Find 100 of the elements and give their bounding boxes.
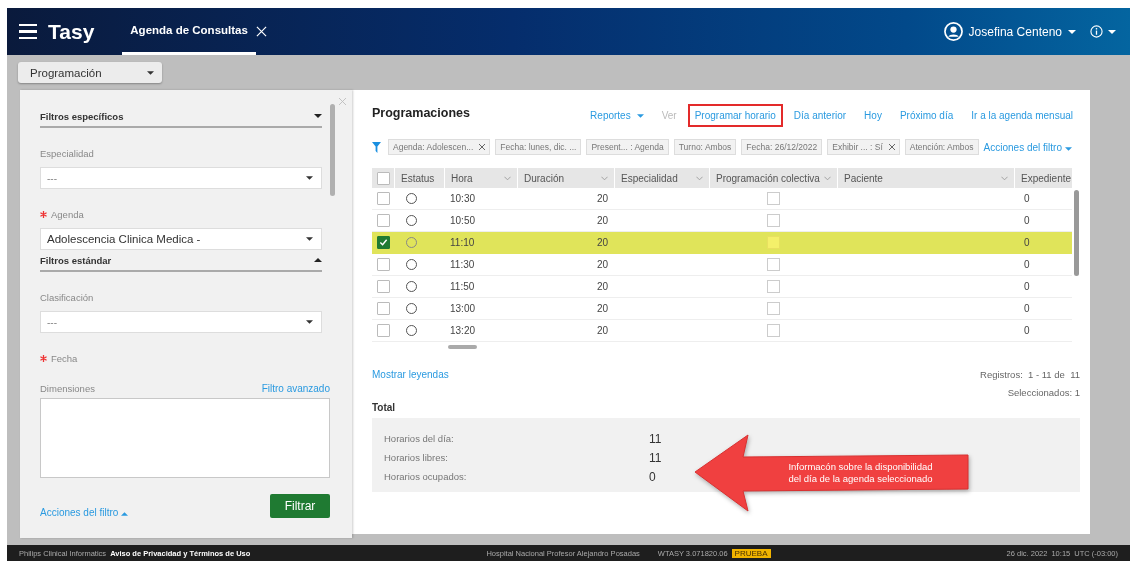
filter-chip[interactable]: Atención: Ambos <box>904 139 979 155</box>
table-row[interactable]: 11:30 20 0 <box>372 254 1072 276</box>
caret-icon[interactable] <box>1108 29 1116 34</box>
chevron-icon[interactable] <box>824 175 831 181</box>
field-label: Dimensiones <box>40 383 95 394</box>
scrollbar-thumb[interactable] <box>330 104 335 196</box>
table-cell-text: 20 <box>595 281 609 292</box>
records-count: Registros: 1 - 11 de 11 <box>980 369 1080 380</box>
reports-menu[interactable]: Reportes <box>583 104 651 127</box>
select-field[interactable]: Adolescencia Clinica Medica - <box>40 228 322 250</box>
total-label: Horarios libres: <box>384 452 449 463</box>
table-row[interactable]: 11:50 20 0 <box>372 276 1072 298</box>
panel-title: Programaciones <box>372 106 470 120</box>
table-cell-text: 20 <box>595 215 609 226</box>
filter-chip[interactable]: Fecha: lunes, dic. ... <box>495 139 582 155</box>
advanced-filter-link[interactable]: Filtro avanzado <box>261 383 330 394</box>
table-cell-text: 13:00 <box>449 303 477 314</box>
row-checkbox[interactable] <box>376 214 390 227</box>
total-value: 11 <box>649 450 662 465</box>
filter-chip[interactable]: Fecha: 26/12/2022 <box>741 139 823 155</box>
action-link[interactable]: Programar horario <box>687 104 783 127</box>
table-cell-text: 0 <box>1023 281 1031 292</box>
caret-icon[interactable] <box>306 176 313 180</box>
column-header[interactable]: Hora <box>444 168 517 188</box>
select-field[interactable]: --- <box>40 311 322 333</box>
total-label: Horarios ocupados: <box>384 471 468 482</box>
table-cell-text: 20 <box>595 259 609 270</box>
row-checkbox[interactable] <box>376 324 390 337</box>
scrollbar-thumb[interactable] <box>448 345 477 349</box>
filter-actions-link[interactable]: Acciones del filtro <box>983 141 1072 153</box>
select-all-checkbox[interactable] <box>376 171 390 185</box>
table-cell-text: 10:30 <box>449 193 477 204</box>
user-avatar-icon[interactable] <box>943 22 963 41</box>
column-header[interactable]: Duración <box>517 168 614 188</box>
callout-text: Informacón sobre la disponibilidad del día de la agenda seleccionado <box>787 461 934 486</box>
view-dropdown[interactable]: Programación <box>18 62 162 83</box>
row-checkbox[interactable] <box>376 280 390 293</box>
table-row[interactable]: 13:20 20 0 <box>372 320 1072 342</box>
row-checkbox[interactable] <box>376 236 390 249</box>
info-icon[interactable] <box>1090 25 1103 38</box>
row-checkbox[interactable] <box>376 302 390 315</box>
row-checkbox[interactable] <box>376 192 390 205</box>
app-name: Tasy <box>48 19 95 44</box>
show-legends-link[interactable]: Mostrar leyendas <box>372 369 449 398</box>
table-cell-text: 0 <box>1023 325 1031 336</box>
menu-icon[interactable] <box>19 23 37 40</box>
table-cell-text: 20 <box>595 303 609 314</box>
table-row[interactable]: 13:00 20 0 <box>372 298 1072 320</box>
caret-icon[interactable] <box>314 258 322 262</box>
filter-chip[interactable]: Exhibir ... : Sí <box>827 139 900 155</box>
dimensions-field[interactable] <box>40 398 330 478</box>
table-cell-text: 13:20 <box>449 325 477 336</box>
caret-icon[interactable] <box>306 237 313 241</box>
section-title: Filtros específicos <box>40 110 124 122</box>
chevron-icon[interactable] <box>1001 175 1008 181</box>
caret-icon[interactable] <box>1068 29 1076 34</box>
filter-actions-link[interactable]: Acciones del filtro <box>40 507 129 518</box>
user-menu[interactable]: Josefina Centeno <box>968 24 1062 39</box>
caret-icon[interactable] <box>147 70 154 75</box>
field-label: Especialidad <box>40 148 94 159</box>
action-link[interactable]: Próximo día <box>892 104 961 127</box>
column-header[interactable]: Programación colectiva <box>709 168 837 188</box>
filter-button[interactable]: Filtrar <box>270 493 330 518</box>
environment-badge: PRUEBA <box>731 548 771 558</box>
table-cell-text: 20 <box>595 325 609 336</box>
table-cell-text: 0 <box>1023 193 1031 204</box>
table-cell-text: 20 <box>595 237 609 248</box>
row-checkbox[interactable] <box>376 258 390 271</box>
action-link[interactable]: Ir a la agenda mensual <box>964 104 1080 127</box>
filter-chip[interactable]: Present... : Agenda <box>586 139 669 155</box>
column-header[interactable]: Especialidad <box>614 168 709 188</box>
filter-icon <box>372 141 381 153</box>
filter-chip[interactable]: Turno: Ambos <box>673 139 737 155</box>
total-label: Horarios del día: <box>384 433 455 444</box>
field-label: Agenda <box>51 209 84 220</box>
table-row[interactable]: 11:10 20 0 <box>372 232 1072 254</box>
field-label: Fecha <box>51 353 78 364</box>
field-label: Clasificación <box>40 292 94 303</box>
action-link[interactable]: Hoy <box>857 104 889 127</box>
section-title: Filtros estándar <box>40 254 112 266</box>
filter-chip[interactable]: Agenda: Adolescen... <box>388 139 491 155</box>
table-cell-text: 10:50 <box>449 215 477 226</box>
table-cell-text: 0 <box>1023 237 1031 248</box>
column-header[interactable]: Paciente <box>837 168 1014 188</box>
table-row[interactable]: 10:30 20 0 <box>372 188 1072 210</box>
caret-icon[interactable] <box>306 320 313 324</box>
scrollbar-thumb[interactable] <box>1073 190 1079 276</box>
action-link[interactable]: Día anterior <box>786 104 854 127</box>
table-cell-text: 11:10 <box>449 237 476 248</box>
table-cell-text: 0 <box>1023 303 1031 314</box>
chevron-icon[interactable] <box>696 175 703 181</box>
table-cell-text: 11:30 <box>449 259 476 270</box>
select-field[interactable]: --- <box>40 167 322 189</box>
caret-icon[interactable] <box>314 114 322 118</box>
selected-count: Seleccionados: 1 <box>1007 387 1080 398</box>
column-header[interactable]: Expediente <box>1014 168 1072 188</box>
chevron-icon[interactable] <box>504 175 511 181</box>
chevron-icon[interactable] <box>601 175 608 181</box>
totals-title: Total <box>372 402 397 413</box>
column-header[interactable]: Estatus <box>394 168 444 188</box>
